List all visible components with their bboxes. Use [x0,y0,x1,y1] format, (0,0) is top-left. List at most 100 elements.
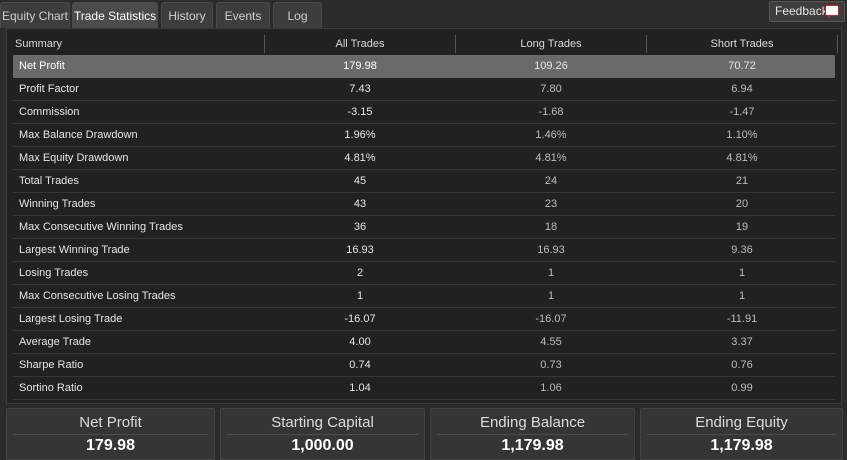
cell-all-trades: 4.00 [349,336,371,348]
tab-log[interactable]: Log [273,2,322,28]
table-row[interactable]: Largest Winning Trade 16.93 16.93 9.36 [13,239,835,262]
cell-all-trades: 45 [353,175,367,187]
cell-summary: Max Consecutive Winning Trades [19,221,183,233]
table-row[interactable]: Sharpe Ratio 0.74 0.73 0.76 [13,354,835,377]
cell-short-trades: 20 [735,198,749,210]
table-row[interactable]: Losing Trades 2 1 1 [13,262,835,285]
cell-short-trades: 21 [735,175,749,187]
card-divider [227,434,418,435]
cell-summary: Sharpe Ratio [19,359,84,371]
cell-short-trades: 70.72 [728,60,756,72]
cell-long-trades: 23 [544,198,558,210]
tab-bar: Equity Chart Trade Statistics History Ev… [0,0,847,28]
table-row[interactable]: Max Equity Drawdown 4.81% 4.81% 4.81% [13,147,835,170]
cell-long-trades: 4.55 [540,336,562,348]
table-row[interactable]: Winning Trades 43 23 20 [13,193,835,216]
cell-short-trades: 1 [738,267,746,279]
card-value: 1,000.00 [291,437,354,454]
cell-summary: Losing Trades [19,267,89,279]
cell-all-trades: 16.93 [346,244,374,256]
card-title: Starting Capital [271,414,374,431]
tab-events[interactable]: Events [216,2,270,28]
table-row[interactable]: Sortino Ratio 1.04 1.06 0.99 [13,377,835,400]
cell-all-trades: 1.96% [344,129,376,141]
card-value: 1,179.98 [710,437,773,454]
cell-long-trades: 1 [547,267,555,279]
cell-summary: Largest Losing Trade [19,313,123,325]
cell-all-trades: 36 [353,221,367,233]
cell-all-trades: 7.43 [349,83,371,95]
card-starting-capital: Starting Capital 1,000.00 [220,408,425,460]
feedback-button[interactable]: Feedback [769,1,845,22]
feedback-label: Feedback [775,4,828,18]
cell-long-trades: 1.06 [540,382,562,394]
cell-long-trades: 7.80 [540,83,562,95]
table-row[interactable]: Max Consecutive Losing Trades 1 1 1 [13,285,835,308]
cell-all-trades: 1.04 [349,382,371,394]
cell-long-trades: 16.93 [537,244,565,256]
header-all-trades[interactable]: All Trades [265,35,456,53]
cell-short-trades: 9.36 [731,244,753,256]
cell-all-trades: 2 [356,267,364,279]
cell-summary: Net Profit [19,60,65,72]
table-row[interactable]: Total Trades 45 24 21 [13,170,835,193]
cell-all-trades: 43 [353,198,367,210]
header-short-trades[interactable]: Short Trades [647,35,838,53]
table-row[interactable]: Max Balance Drawdown 1.96% 1.46% 1.10% [13,124,835,147]
cell-short-trades: 0.76 [731,359,753,371]
cell-short-trades: 0.99 [731,382,753,394]
header-summary[interactable]: Summary [13,35,265,53]
card-ending-balance: Ending Balance 1,179.98 [430,408,635,460]
cell-summary: Total Trades [19,175,79,187]
cell-summary: Profit Factor [19,83,79,95]
cell-long-trades: 24 [544,175,558,187]
card-title: Ending Balance [479,414,586,431]
card-ending-equity: Ending Equity 1,179.98 [640,408,843,460]
card-divider [647,434,836,435]
table-row[interactable]: Commission -3.15 -1.68 -1.47 [13,101,835,124]
table-row[interactable]: Average Trade 4.00 4.55 3.37 [13,331,835,354]
cell-short-trades: 4.81% [726,152,758,164]
cell-short-trades: -1.47 [729,106,755,118]
cell-summary: Largest Winning Trade [19,244,130,256]
cell-summary: Winning Trades [19,198,96,210]
cell-short-trades: 1.10% [726,129,758,141]
cell-short-trades: 19 [735,221,749,233]
card-title: Net Profit [79,414,142,431]
header-long-trades[interactable]: Long Trades [456,35,647,53]
speech-bubble-icon [825,5,839,19]
cell-short-trades: 1 [738,290,746,302]
cell-long-trades: 18 [544,221,558,233]
cell-short-trades: 6.94 [731,83,753,95]
cell-all-trades: -3.15 [347,106,373,118]
cell-summary: Commission [19,106,80,118]
table-row[interactable]: Net Profit 179.98 109.26 70.72 [13,55,835,78]
cell-summary: Max Balance Drawdown [19,129,138,141]
cell-all-trades: -16.07 [344,313,376,325]
cell-all-trades: 1 [356,290,364,302]
cell-summary: Average Trade [19,336,91,348]
cell-long-trades: 4.81% [535,152,567,164]
tab-history[interactable]: History [161,2,213,28]
cell-long-trades: 1.46% [535,129,567,141]
table-header: Summary All Trades Long Trades Short Tra… [13,35,838,53]
tab-equity-chart[interactable]: Equity Chart [0,2,70,28]
table-row[interactable]: Profit Factor 7.43 7.80 6.94 [13,78,835,101]
cell-long-trades: 1 [547,290,555,302]
cell-summary: Max Consecutive Losing Trades [19,290,176,302]
cell-short-trades: -11.91 [726,313,758,325]
cell-long-trades: 0.73 [540,359,562,371]
card-net-profit: Net Profit 179.98 [6,408,215,460]
card-divider [13,434,208,435]
cell-all-trades: 179.98 [343,60,377,72]
cell-summary: Max Equity Drawdown [19,152,129,164]
cell-summary: Sortino Ratio [19,382,83,394]
tab-trade-statistics[interactable]: Trade Statistics [72,2,158,28]
card-value: 1,179.98 [501,437,564,454]
card-divider [437,434,628,435]
cell-all-trades: 4.81% [344,152,376,164]
cell-all-trades: 0.74 [349,359,371,371]
trade-statistics-panel: Summary All Trades Long Trades Short Tra… [6,28,842,404]
table-row[interactable]: Largest Losing Trade -16.07 -16.07 -11.91 [13,308,835,331]
table-row[interactable]: Max Consecutive Winning Trades 36 18 19 [13,216,835,239]
